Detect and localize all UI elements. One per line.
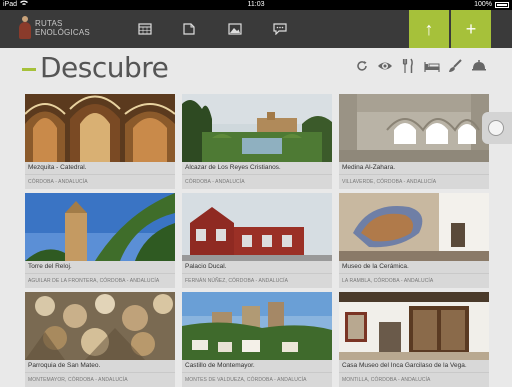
app-logo[interactable]: RUTAS ENOLÓGICAS <box>18 16 90 40</box>
card-museo-ceramica[interactable]: Museo de la Cerámica. LA RAMBLA, CÓRDOBA… <box>339 193 489 288</box>
card-location: VILLAVERDE, CÓRDOBA - ANDALUCÍA <box>342 179 437 185</box>
card-title: Casa Museo del Inca Garcilaso de la Vega… <box>342 362 467 369</box>
card-title: Medina Al-Zahara. <box>342 164 396 171</box>
card-location: LA RAMBLA, CÓRDOBA - ANDALUCÍA <box>342 278 434 284</box>
cloche-icon[interactable] <box>471 58 487 74</box>
refresh-icon[interactable] <box>354 58 370 74</box>
card-divider <box>339 174 489 175</box>
brush-icon[interactable] <box>447 58 463 74</box>
card-divider <box>182 273 332 274</box>
logo-text: RUTAS ENOLÓGICAS <box>35 19 90 37</box>
card-image <box>339 94 489 162</box>
battery-icon <box>495 2 509 8</box>
card-image <box>182 193 332 261</box>
card-divider <box>25 273 175 274</box>
card-title: Alcazar de Los Reyes Cristianos. <box>185 164 281 171</box>
card-divider <box>25 174 175 175</box>
status-bar: iPad 11:03 100% <box>0 0 512 10</box>
document-icon[interactable] <box>182 22 196 35</box>
card-medina[interactable]: Medina Al-Zahara. VILLAVERDE, CÓRDOBA - … <box>339 94 489 189</box>
scroll-up-button[interactable]: ↑ <box>409 10 449 48</box>
card-title: Museo de la Cerámica. <box>342 263 409 270</box>
battery-label: 100% <box>474 1 492 8</box>
card-image <box>339 292 489 360</box>
app-bar: RUTAS ENOLÓGICAS ↑ + <box>0 10 512 48</box>
card-image <box>182 292 332 360</box>
card-location: CÓRDOBA - ANDALUCÍA <box>28 179 88 185</box>
card-alcazar[interactable]: Alcazar de Los Reyes Cristianos. CÓRDOBA… <box>182 94 332 189</box>
handle-knob-icon[interactable] <box>488 120 504 136</box>
card-divider <box>182 174 332 175</box>
image-icon[interactable] <box>228 22 242 35</box>
card-divider <box>182 372 332 373</box>
card-castillo-montemayor[interactable]: Castillo de Montemayor. MONTES DE VALDUE… <box>182 292 332 387</box>
logo-line-1: RUTAS <box>35 19 63 28</box>
card-torre-reloj[interactable]: Torre del Reloj. AGUILAR DE LA FRONTERA,… <box>25 193 175 288</box>
calendar-icon[interactable] <box>138 22 152 35</box>
card-divider <box>25 372 175 373</box>
card-image <box>25 94 175 162</box>
card-divider <box>339 372 489 373</box>
card-title: Parroquia de San Mateo. <box>28 362 101 369</box>
card-location: AGUILAR DE LA FRONTERA, CÓRDOBA - ANDALU… <box>28 278 160 284</box>
chat-icon[interactable] <box>273 22 287 36</box>
logo-line-2: ENOLÓGICAS <box>35 28 90 37</box>
card-location: MONTES DE VALDUEZA, CÓRDOBA - ANDALUCÍA <box>185 377 307 383</box>
card-title: Palacio Ducal. <box>185 263 227 270</box>
card-divider <box>339 273 489 274</box>
add-button[interactable]: + <box>451 10 491 48</box>
logo-figure-icon <box>18 16 32 40</box>
card-location: FERNÁN NÚÑEZ, CÓRDOBA - ANDALUCÍA <box>185 278 289 284</box>
card-title: Torre del Reloj. <box>28 263 72 270</box>
card-san-mateo[interactable]: Parroquia de San Mateo. MONTEMAYOR, CÓRD… <box>25 292 175 387</box>
card-palacio-ducal[interactable]: Palacio Ducal. FERNÁN NÚÑEZ, CÓRDOBA - A… <box>182 193 332 288</box>
fork-knife-icon[interactable] <box>400 58 416 74</box>
eye-icon[interactable] <box>377 58 393 74</box>
title-row: Descubre <box>0 48 512 86</box>
status-right: 100% <box>474 0 509 10</box>
page-title: Descubre <box>40 51 169 84</box>
card-location: CÓRDOBA - ANDALUCÍA <box>185 179 245 185</box>
card-image <box>25 193 175 261</box>
card-image <box>25 292 175 360</box>
card-title: Castillo de Montemayor. <box>185 362 255 369</box>
status-time: 11:03 <box>247 1 265 8</box>
bed-icon[interactable] <box>424 58 440 74</box>
card-title: Mezquita - Catedral. <box>28 164 87 171</box>
card-casa-museo-inca[interactable]: Casa Museo del Inca Garcilaso de la Vega… <box>339 292 489 387</box>
card-location: MONTILLA, CÓRDOBA - ANDALUCÍA <box>342 377 431 383</box>
side-panel-handle[interactable] <box>482 112 512 144</box>
card-mezquita[interactable]: Mezquita - Catedral. CÓRDOBA - ANDALUCÍA <box>25 94 175 189</box>
card-image <box>182 94 332 162</box>
title-accent-dash <box>22 68 36 71</box>
card-location: MONTEMAYOR, CÓRDOBA - ANDALUCÍA <box>28 377 128 383</box>
card-image <box>339 193 489 261</box>
